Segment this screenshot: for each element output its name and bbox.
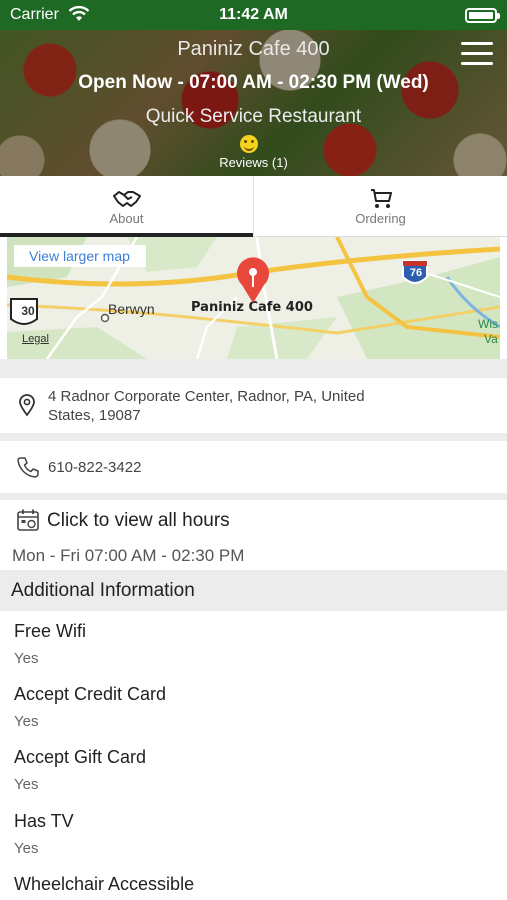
handshake-icon xyxy=(112,191,141,207)
map-pin-icon[interactable] xyxy=(234,255,272,305)
attribute-name: Accept Credit Card xyxy=(14,684,167,704)
restaurant-name: Paniniz Cafe 400 xyxy=(177,38,330,60)
attribute-value: Yes xyxy=(14,650,39,667)
additional-info-title: Additional Information xyxy=(11,580,195,601)
attribute-value: Yes xyxy=(14,713,39,730)
smiley-icon xyxy=(240,135,258,153)
attribute-item: Accept Credit Card Yes xyxy=(14,684,166,730)
separator xyxy=(0,359,507,378)
restaurant-category: Quick Service Restaurant xyxy=(145,106,362,127)
map-legal-link[interactable]: Legal xyxy=(22,333,49,345)
attribute-item: Has TV Yes xyxy=(14,811,74,857)
attribute-item: Accept Gift Card Yes xyxy=(14,747,146,793)
tab-ordering[interactable]: Ordering xyxy=(254,176,507,236)
map-label-edge-bottom: Va xyxy=(484,332,498,346)
phone-number: 610-822-3422 xyxy=(48,459,142,476)
location-map[interactable]: View larger map Berwyn Paniniz Cafe 400 … xyxy=(7,237,500,359)
address-text: 4 Radnor Corporate Center, Radnor, PA, U… xyxy=(48,388,365,424)
phone-row[interactable]: 610-822-3422 xyxy=(0,441,507,493)
view-all-hours-link[interactable]: Click to view all hours xyxy=(47,510,230,532)
battery-icon xyxy=(465,8,500,23)
separator xyxy=(0,433,507,441)
address-row[interactable]: 4 Radnor Corporate Center, Radnor, PA, U… xyxy=(0,378,507,433)
map-label-route-76: 76 xyxy=(409,267,423,279)
attribute-name: Accept Gift Card xyxy=(14,747,147,767)
attribute-name: Free Wifi xyxy=(14,621,86,641)
tab-bar: About Ordering xyxy=(0,176,507,237)
reviews-link[interactable]: Reviews (1) xyxy=(0,155,507,170)
attribute-item: Wheelchair Accessible xyxy=(14,874,194,895)
tab-ordering-label: Ordering xyxy=(355,211,406,226)
hours-section: Click to view all hours Mon - Fri 07:00 … xyxy=(0,500,507,570)
attribute-value: Yes xyxy=(14,840,39,857)
attribute-value: Yes xyxy=(14,776,39,793)
map-label-berwyn: Berwyn xyxy=(108,301,155,317)
additional-info-header: Additional Information xyxy=(0,570,507,611)
restaurant-header: Paniniz Cafe 400 Open Now - 07:00 AM - 0… xyxy=(0,30,507,176)
attribute-name: Has TV xyxy=(14,811,74,831)
hamburger-menu-icon[interactable] xyxy=(461,42,493,66)
map-label-route-30: 30 xyxy=(21,304,35,318)
attribute-name: Wheelchair Accessible xyxy=(14,874,195,894)
tab-about-label: About xyxy=(109,211,144,226)
phone-icon xyxy=(17,457,39,478)
separator xyxy=(0,493,507,500)
map-label-edge-top: Wis xyxy=(478,317,498,331)
cart-icon xyxy=(370,189,392,208)
view-larger-map-link[interactable]: View larger map xyxy=(14,245,146,267)
calendar-icon xyxy=(17,509,39,531)
location-pin-icon xyxy=(19,394,35,417)
hours-schedule: Mon - Fri 07:00 AM - 02:30 PM xyxy=(12,546,245,565)
attribute-item: Free Wifi Yes xyxy=(14,621,86,667)
clock: 11:42 AM xyxy=(219,6,288,23)
tab-about[interactable]: About xyxy=(0,176,254,237)
open-hours-status: Open Now - 07:00 AM - 02:30 PM (Wed) xyxy=(78,72,429,93)
status-bar: Carrier 11:42 AM xyxy=(0,0,507,30)
